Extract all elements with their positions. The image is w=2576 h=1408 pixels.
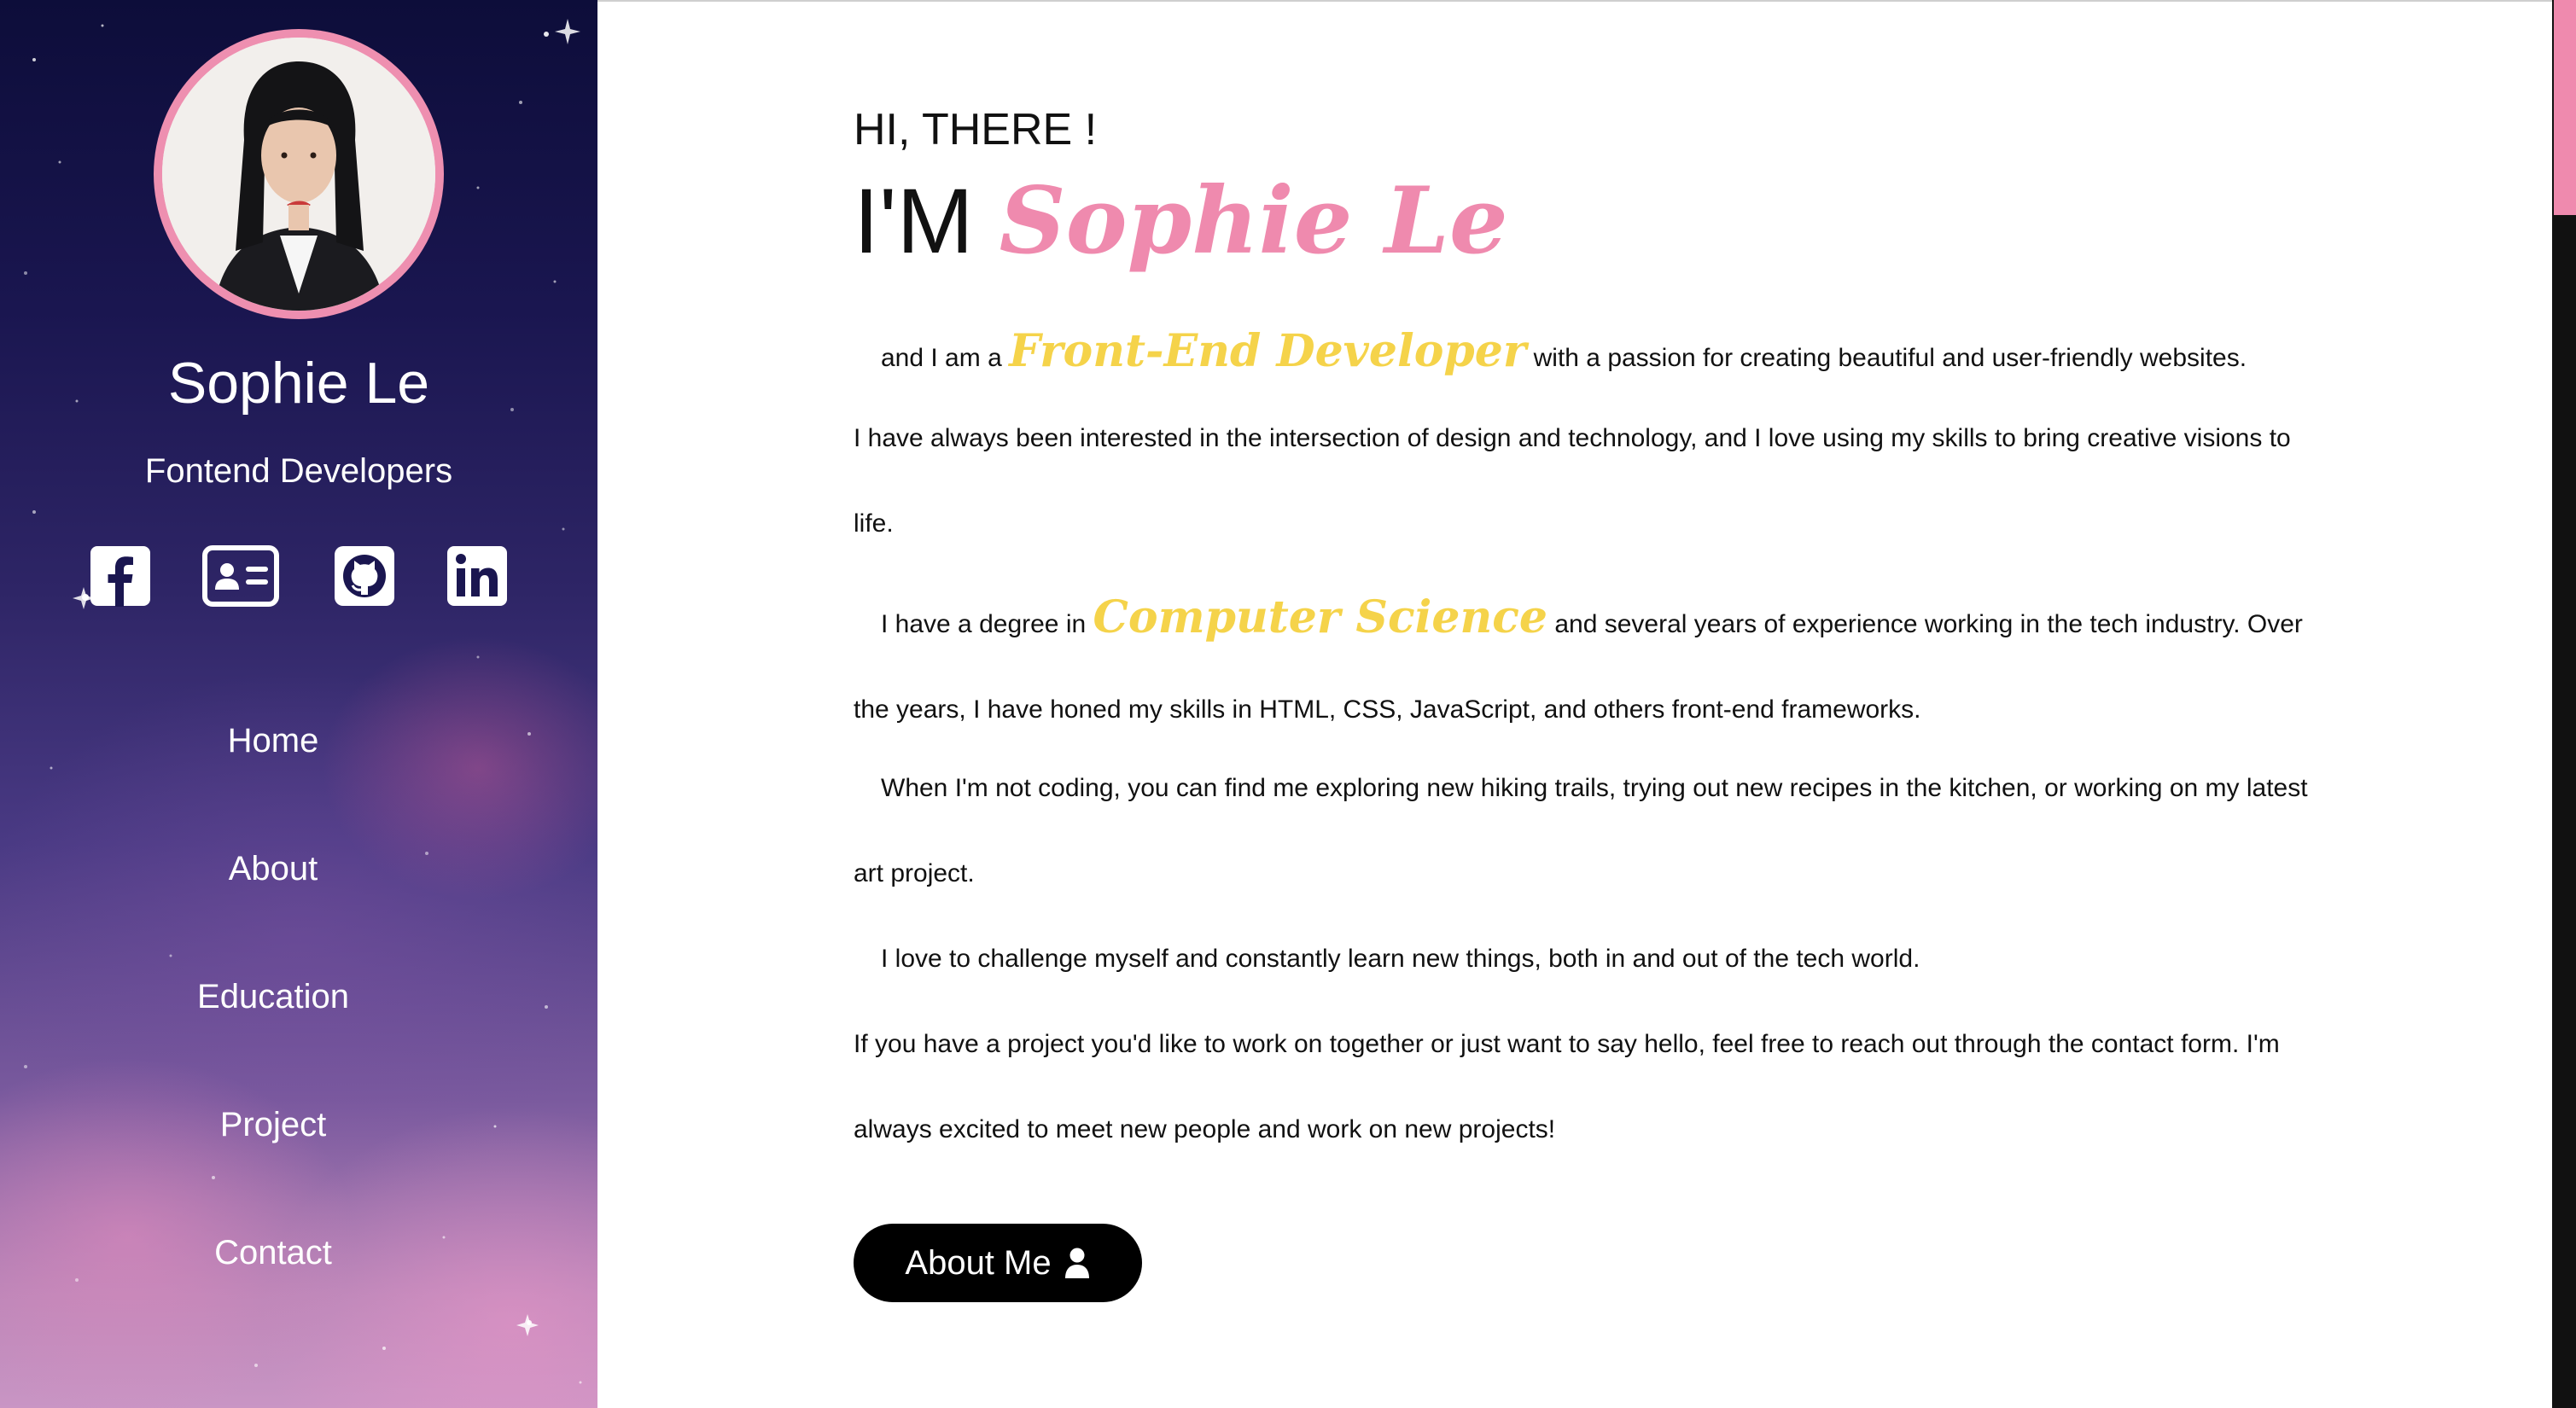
about-me-label: About Me [905, 1243, 1052, 1282]
bio-p1-after: with a passion for creating beautiful an… [1533, 344, 2247, 372]
github-icon [335, 546, 394, 606]
github-link[interactable] [333, 544, 396, 608]
bio-paragraph-1: and I am a Front-End Developer with a pa… [854, 309, 2322, 401]
bio-paragraph-6: If you have a project you'd like to work… [854, 1030, 2280, 1143]
nav-item-about[interactable]: About [0, 850, 546, 888]
scrollbar-thumb[interactable] [2554, 0, 2576, 215]
degree-highlight: Computer Science [1093, 591, 1547, 643]
nav-item-home[interactable]: Home [0, 722, 546, 760]
linkedin-link[interactable] [446, 544, 509, 608]
bio-p1-before: and I am a [881, 344, 1002, 372]
contact-card-icon [202, 545, 279, 607]
greeting: HI, THERE ! [854, 105, 1098, 154]
facebook-link[interactable] [89, 544, 152, 608]
intro-heading: I'M Sophie Le [854, 167, 1508, 275]
bio-paragraph-4: When I'm not coding, you can find me exp… [854, 774, 2308, 887]
nav-item-education[interactable]: Education [0, 978, 546, 1016]
nav-item-project[interactable]: Project [0, 1106, 546, 1144]
bio-paragraph-2: I have always been interested in the int… [854, 424, 2291, 538]
user-icon [1064, 1248, 1089, 1278]
avatar-portrait [162, 38, 435, 311]
intro-prefix: I'M [854, 169, 974, 272]
contact-card-link[interactable] [201, 544, 280, 608]
avatar [162, 38, 435, 311]
linkedin-icon [447, 546, 507, 606]
about-me-button[interactable]: About Me [854, 1224, 1142, 1302]
avatar-ring [154, 29, 444, 319]
facebook-icon [90, 546, 150, 607]
page: Sophie Le Fontend Developers Home About … [0, 0, 2576, 1408]
intro-name: Sophie Le [999, 167, 1508, 275]
top-divider [597, 0, 2552, 2]
nav-item-contact[interactable]: Contact [0, 1234, 546, 1272]
bio-paragraph-3: I have a degree in Computer Science and … [854, 575, 2322, 753]
role-highlight: Front-End Developer [1009, 325, 1527, 377]
sidebar: Sophie Le Fontend Developers Home About … [0, 0, 597, 1408]
bio-paragraph-5: I love to challenge myself and constantl… [881, 945, 1920, 973]
profile-name: Sophie Le [167, 351, 430, 416]
profile-role: Fontend Developers [144, 452, 453, 490]
bio-p3-before: I have a degree in [881, 610, 1087, 638]
